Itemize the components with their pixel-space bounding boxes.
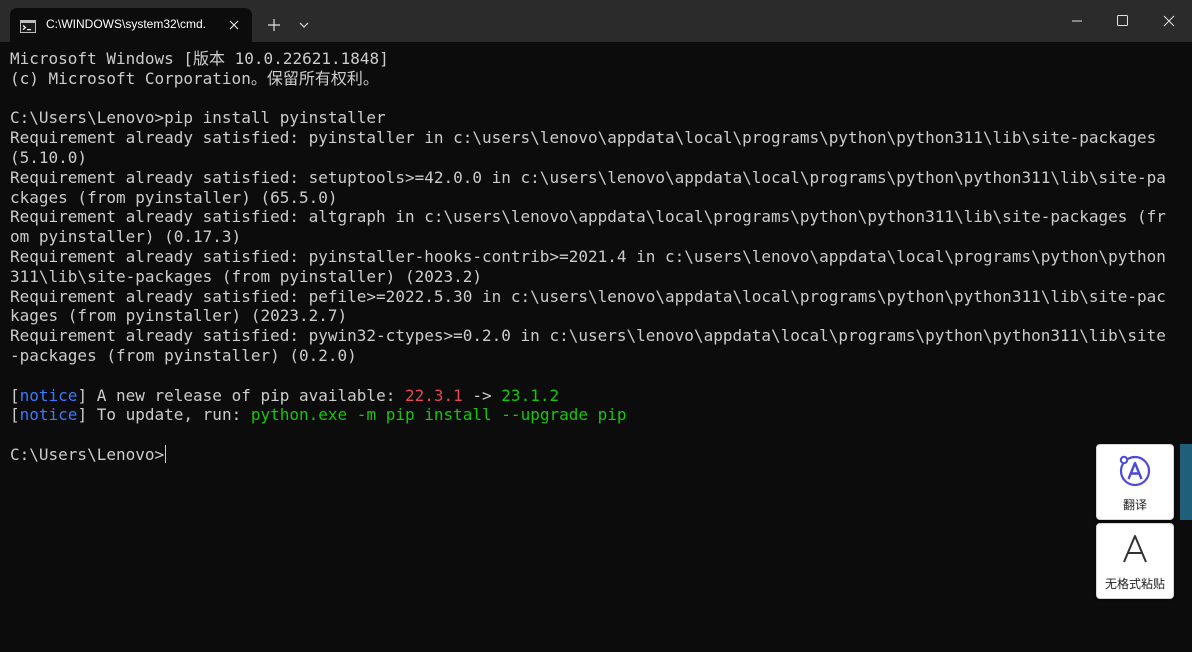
terminal-output[interactable]: Microsoft Windows [版本 10.0.22621.1848] (…: [10, 49, 1182, 645]
chevron-down-icon: [299, 22, 309, 28]
terminal-line: Requirement already satisfied: setuptool…: [10, 167, 1166, 187]
notice-line: [notice] To update, run: python.exe -m p…: [10, 405, 1182, 425]
bracket-open: [: [10, 385, 20, 405]
current-prompt[interactable]: C:\Users\Lenovo>: [10, 444, 1182, 465]
close-icon[interactable]: [226, 17, 242, 33]
plain-text-paste-icon: [1119, 532, 1151, 566]
terminal-line: Microsoft Windows [版本 10.0.22621.1848]: [10, 49, 389, 68]
minimize-icon: [1072, 20, 1082, 22]
old-version: 22.3.1: [404, 385, 463, 405]
notice-tag: notice: [19, 405, 78, 425]
notice-text: A new release of pip available:: [87, 385, 405, 405]
minimize-button[interactable]: [1054, 0, 1100, 42]
notice-line: [notice] A new release of pip available:…: [10, 386, 1182, 406]
upgrade-command: python.exe -m pip install --upgrade pip: [250, 405, 627, 425]
translate-button[interactable]: 翻译: [1096, 444, 1174, 520]
new-version: 23.1.2: [501, 385, 560, 405]
version-arrow: ->: [462, 385, 502, 405]
close-window-button[interactable]: [1146, 0, 1192, 42]
terminal-line: Requirement already satisfied: pyinstall…: [10, 246, 1166, 266]
cmd-console-icon: [20, 18, 36, 33]
bracket-open: [: [10, 405, 20, 425]
prompt-text: C:\Users\Lenovo>: [10, 444, 165, 464]
terminal-line: 311\lib\site-packages (from pyinstaller)…: [10, 266, 483, 286]
terminal-line: Requirement already satisfied: pywin32-c…: [10, 326, 1166, 346]
terminal-line: Requirement already satisfied: pefile>=2…: [10, 286, 1166, 306]
notice-tag: notice: [19, 385, 78, 405]
tab-cmd[interactable]: C:\WINDOWS\system32\cmd.: [10, 8, 252, 42]
new-tab-button[interactable]: [262, 14, 286, 36]
translate-icon: [1117, 452, 1153, 488]
terminal-line: kages (from pyinstaller) (2023.2.7): [10, 306, 348, 326]
plain-paste-button[interactable]: 无格式粘贴: [1096, 523, 1174, 599]
maximize-button[interactable]: [1100, 0, 1146, 42]
bracket-close: ]: [77, 405, 88, 425]
bracket-close: ]: [77, 385, 88, 405]
tab-dropdown-button[interactable]: [294, 14, 314, 36]
command-line: C:\Users\Lenovo>pip install pyinstaller: [10, 108, 386, 128]
terminal-line: (c) Microsoft Corporation。保留所有权利。: [10, 68, 379, 88]
title-bar: C:\WINDOWS\system32\cmd.: [0, 0, 1192, 42]
notice-text: To update, run:: [87, 405, 251, 425]
text-cursor: [165, 444, 167, 463]
terminal-line: om pyinstaller) (0.17.3): [10, 227, 242, 247]
terminal-line: Requirement already satisfied: pyinstall…: [10, 128, 1157, 148]
side-edge-decoration: [1180, 444, 1192, 520]
plain-paste-label: 无格式粘贴: [1104, 577, 1165, 591]
maximize-icon: [1117, 15, 1128, 26]
terminal-line: -packages (from pyinstaller) (0.2.0): [10, 345, 357, 365]
terminal-line: ckages (from pyinstaller) (65.5.0): [10, 187, 338, 207]
terminal-line: Requirement already satisfied: altgraph …: [10, 207, 1166, 227]
terminal-line: (5.10.0): [10, 147, 88, 167]
tab-title: C:\WINDOWS\system32\cmd.: [46, 17, 207, 31]
translate-label: 翻译: [1122, 498, 1147, 512]
plus-icon: [268, 19, 280, 31]
close-icon: [1163, 15, 1175, 27]
